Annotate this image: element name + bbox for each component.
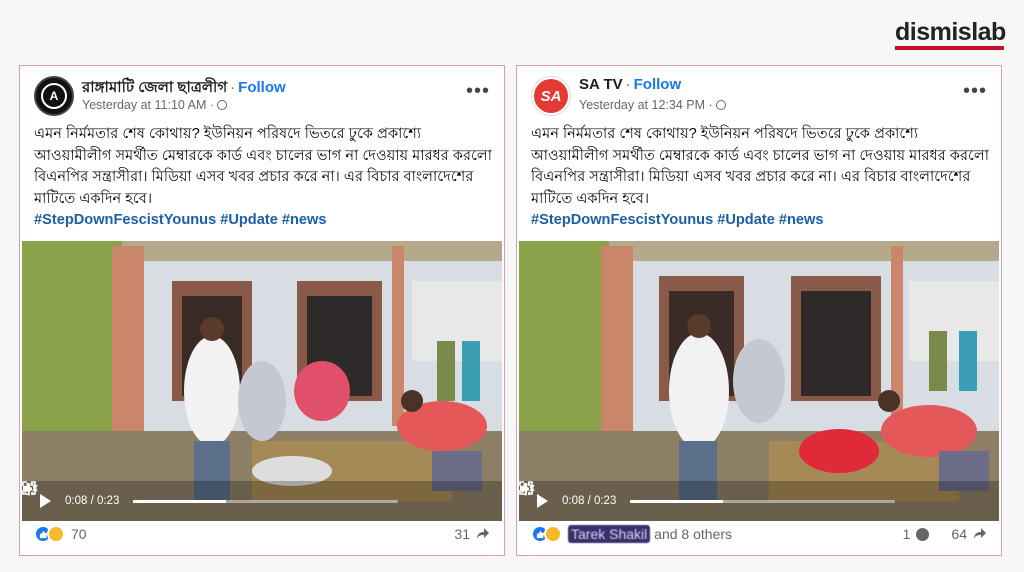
video-player[interactable]: 0:08 / 0:23 (22, 241, 502, 521)
more-options-icon[interactable]: ••• (963, 81, 987, 101)
separator-dot: · (625, 76, 631, 93)
share-icon (477, 528, 489, 539)
page-avatar[interactable]: SA (531, 76, 571, 116)
post-timestamp[interactable]: Yesterday at 12:34 PM (579, 98, 705, 112)
post-footer: Tarek Shakil and 8 others 1 64 (531, 525, 987, 547)
video-frame (22, 241, 502, 521)
follow-button[interactable]: Follow (238, 79, 286, 96)
page-avatar[interactable]: A (34, 76, 74, 116)
reaction-summary: Tarek Shakil and 8 others (568, 525, 732, 543)
blurred-reactor-name: Tarek Shakil (568, 525, 651, 543)
post-timestamp[interactable]: Yesterday at 11:10 AM (82, 98, 206, 112)
reaction-others-text: and 8 others (654, 526, 732, 542)
fullscreen-icon[interactable] (519, 481, 957, 510)
post-body: এমন নির্মমতার শেষ কোথায়? ইউনিয়ন পরিষদে… (531, 126, 990, 207)
globe-icon (715, 100, 726, 110)
post-footer: 70 31 (34, 525, 490, 547)
comment-icon (916, 527, 930, 541)
post-header: A রাঙ্গামাটি জেলা ছাত্রলীগ · Follow Yester… (34, 76, 490, 118)
video-controls: 0:08 / 0:23 (22, 481, 502, 521)
video-time: 0:08 / 0:23 (65, 495, 120, 507)
video-time: 0:08 / 0:23 (562, 495, 617, 507)
dismislab-logo: dismislab (895, 18, 1006, 46)
video-progress-bar[interactable] (133, 499, 398, 503)
reactions[interactable]: 70 (34, 525, 87, 543)
page-name[interactable]: রাঙ্গামাটি জেলা ছাত্রলীগ (82, 79, 227, 96)
reaction-count: 70 (71, 526, 87, 542)
shares-count[interactable]: 31 (454, 525, 470, 543)
globe-icon (217, 100, 228, 110)
follow-button[interactable]: Follow (634, 76, 682, 93)
more-options-icon[interactable]: ••• (466, 81, 490, 101)
engagement-counts: 31 (454, 525, 490, 543)
reactions[interactable]: Tarek Shakil and 8 others (531, 525, 732, 543)
separator-dot: · (230, 79, 236, 96)
video-progress-fill (133, 499, 226, 503)
video-player[interactable]: 0:08 / 0:23 (519, 241, 999, 521)
play-icon[interactable] (537, 494, 548, 508)
post-header: SA SA TV · Follow Yesterday at 12:34 PM · … (531, 76, 987, 118)
avatar-mark: SA (534, 79, 568, 113)
mute-icon[interactable] (520, 483, 987, 510)
video-controls: 0:08 / 0:23 (519, 481, 999, 521)
post-body: এমন নির্মমতার শেষ কোথায়? ইউনিয়ন পরিষদে… (34, 126, 493, 207)
share-icon (974, 528, 986, 539)
mute-icon[interactable] (23, 483, 490, 510)
sad-reaction-icon (47, 525, 65, 543)
video-frame (519, 241, 999, 521)
play-icon[interactable] (40, 494, 51, 508)
settings-gear-icon[interactable] (520, 482, 927, 510)
post-text: এমন নির্মমতার শেষ কোথায়? ইউনিয়ন পরিষদে… (34, 124, 494, 232)
facebook-post-right: SA SA TV · Follow Yesterday at 12:34 PM · … (516, 65, 1002, 556)
facebook-post-left: A রাঙ্গামাটি জেলা ছাত্রলীগ · Follow Yester… (19, 65, 505, 556)
logo-underline (895, 46, 1004, 50)
fullscreen-icon[interactable] (22, 481, 460, 510)
post-hashtags[interactable]: #StepDownFescistYounus #Update #news (531, 210, 991, 232)
engagement-counts: 1 64 (903, 525, 987, 543)
video-progress-fill (630, 499, 723, 503)
comments-count[interactable]: 1 (903, 525, 911, 543)
post-hashtags[interactable]: #StepDownFescistYounus #Update #news (34, 210, 494, 232)
sad-reaction-icon (544, 525, 562, 543)
shares-count[interactable]: 64 (951, 525, 967, 543)
settings-gear-icon[interactable] (23, 482, 430, 510)
post-text: এমন নির্মমতার শেষ কোথায়? ইউনিয়ন পরিষদে… (531, 124, 991, 232)
page-name[interactable]: SA TV (579, 76, 623, 93)
video-progress-bar[interactable] (630, 499, 895, 503)
avatar-mark: A (41, 83, 67, 109)
